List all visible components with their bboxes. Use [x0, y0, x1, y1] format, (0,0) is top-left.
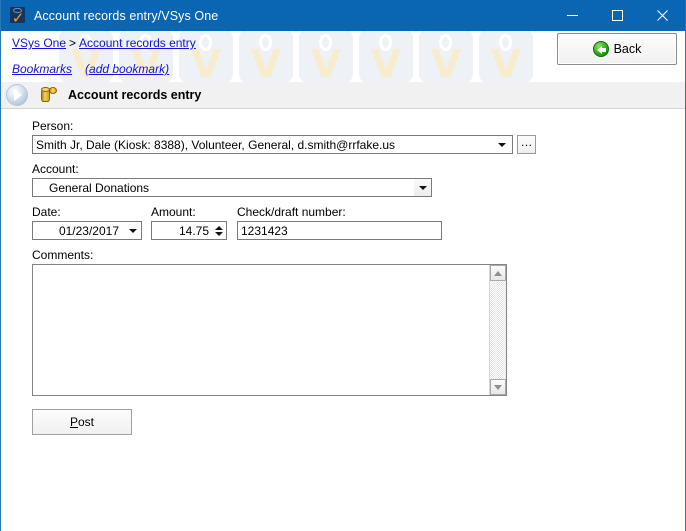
- check-number-label: Check/draft number:: [237, 205, 346, 219]
- comments-field-group: Comments:: [32, 248, 685, 396]
- breadcrumb-link-root[interactable]: VSys One: [12, 36, 66, 50]
- bookmarks-link[interactable]: Bookmarks: [12, 62, 72, 76]
- person-dropdown-chevron-down-icon[interactable]: [494, 142, 509, 147]
- date-field-group: Date: 01/23/2017: [32, 205, 142, 240]
- breadcrumb-link-current[interactable]: Account records entry: [79, 36, 196, 50]
- application-window: ✓ Account records entry/VSys One VVVVVVV…: [0, 0, 686, 531]
- title-bar: ✓ Account records entry/VSys One: [1, 0, 685, 31]
- play-circle-icon[interactable]: [4, 82, 30, 108]
- section-header: Account records entry: [1, 82, 685, 109]
- person-controls: Smith Jr, Dale (Kiosk: 8388), Volunteer,…: [32, 135, 685, 154]
- header-band: VVVVVVVV VSys One > Account records entry …: [1, 31, 685, 82]
- green-back-arrow-icon: [592, 41, 609, 57]
- scroll-up-arrow-icon[interactable]: [490, 265, 506, 281]
- form-body: Person: Smith Jr, Dale (Kiosk: 8388), Vo…: [1, 109, 685, 531]
- check-number-field-group: Check/draft number: 1231423: [237, 205, 442, 240]
- breadcrumb: VSys One > Account records entry: [12, 36, 196, 50]
- amount-up-down-spinner-icon[interactable]: [212, 222, 226, 239]
- watermark-tile: V: [359, 31, 413, 82]
- amount-value: 14.75: [178, 223, 209, 238]
- back-button[interactable]: Back: [557, 33, 677, 65]
- account-chevron-down-icon[interactable]: [414, 179, 431, 196]
- amount-field-group: Amount: 14.75: [151, 205, 227, 240]
- breadcrumb-separator: >: [69, 36, 77, 50]
- date-value: 01/23/2017: [58, 223, 119, 238]
- person-value: Smith Jr, Dale (Kiosk: 8388), Volunteer,…: [36, 137, 396, 152]
- person-label: Person:: [32, 119, 74, 133]
- check-number-input[interactable]: 1231423: [237, 221, 442, 240]
- bookmarks-bar: Bookmarks (add bookmark): [12, 62, 182, 76]
- comments-box: [32, 264, 507, 396]
- section-title: Account records entry: [68, 88, 202, 102]
- comments-textarea[interactable]: [33, 265, 489, 395]
- window-title: Account records entry/VSys One: [34, 8, 219, 23]
- watermark-tile: V: [239, 31, 293, 82]
- vsys-logo-icon: ✓: [10, 7, 25, 27]
- back-button-label: Back: [613, 42, 642, 56]
- add-bookmark-link[interactable]: (add bookmark): [85, 62, 169, 76]
- person-field-row: Person: Smith Jr, Dale (Kiosk: 8388), Vo…: [32, 119, 685, 154]
- comments-scrollbar[interactable]: [489, 265, 506, 395]
- date-amount-check-row: Date: 01/23/2017 Amount: 14.75 Check/dra…: [32, 205, 685, 240]
- person-lookup-button[interactable]: …: [517, 135, 536, 154]
- amount-label: Amount:: [151, 205, 196, 219]
- close-button[interactable]: [640, 0, 685, 31]
- date-input[interactable]: 01/23/2017: [32, 221, 142, 240]
- amount-input[interactable]: 14.75: [151, 221, 227, 240]
- scroll-down-arrow-icon[interactable]: [490, 379, 506, 395]
- account-label: Account:: [32, 162, 79, 176]
- account-value: General Donations: [49, 180, 150, 195]
- comments-label: Comments:: [32, 248, 94, 262]
- watermark-tile: V: [479, 31, 533, 82]
- account-field-row: Account: General Donations: [32, 162, 685, 197]
- account-select[interactable]: General Donations: [32, 178, 432, 197]
- maximize-button[interactable]: [595, 0, 640, 31]
- date-chevron-down-icon[interactable]: [125, 222, 141, 239]
- window-controls: [550, 0, 685, 31]
- check-number-value: 1231423: [241, 223, 288, 238]
- person-input[interactable]: Smith Jr, Dale (Kiosk: 8388), Volunteer,…: [32, 135, 513, 154]
- post-button[interactable]: Post: [32, 409, 132, 435]
- watermark-tile: V: [299, 31, 353, 82]
- date-label: Date:: [32, 205, 61, 219]
- minimize-button[interactable]: [550, 0, 595, 31]
- post-button-accel: P: [69, 415, 78, 429]
- watermark-tile: V: [419, 31, 473, 82]
- gold-coins-icon: [38, 84, 60, 106]
- post-button-label: ost: [78, 415, 95, 429]
